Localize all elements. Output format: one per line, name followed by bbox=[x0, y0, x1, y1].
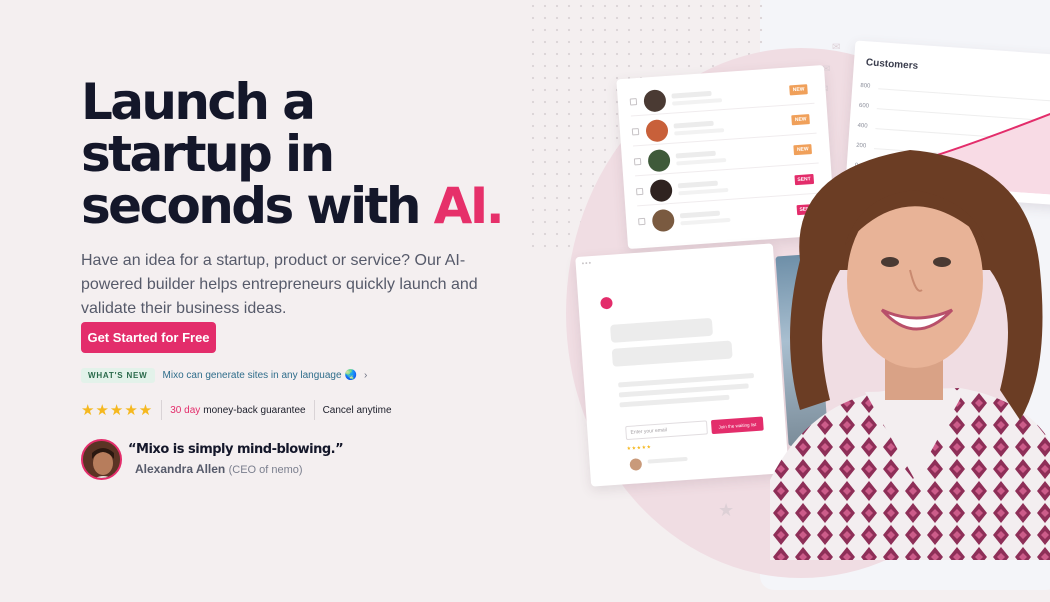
rating-row: ★★★★★ 30 day money-back guarantee Cancel… bbox=[81, 400, 392, 420]
globe-icon: 🌏 bbox=[344, 369, 357, 381]
testimonial-author-name: Alexandra Allen bbox=[135, 462, 226, 476]
placeholder-line bbox=[674, 128, 725, 136]
hero-title: Launch a startup in seconds with AI. bbox=[81, 76, 551, 232]
guarantee-days: 30 day bbox=[170, 404, 201, 416]
placeholder-heading bbox=[610, 317, 714, 343]
checkbox bbox=[635, 187, 644, 196]
placeholder-line bbox=[676, 157, 727, 166]
whats-new-badge: WHAT'S NEW bbox=[81, 367, 155, 383]
cancel-anytime-text: Cancel anytime bbox=[322, 404, 392, 416]
checkbox bbox=[633, 157, 642, 166]
chart-tick-label: 400 bbox=[857, 122, 868, 130]
divider bbox=[313, 400, 315, 420]
chevron-right-icon: › bbox=[364, 369, 368, 381]
avatar bbox=[651, 208, 676, 233]
status-badge: NEW bbox=[789, 84, 808, 96]
chart-tick-label: 800 bbox=[860, 82, 871, 90]
placeholder-line bbox=[673, 120, 714, 129]
avatar bbox=[629, 458, 643, 471]
placeholder-heading bbox=[611, 340, 733, 367]
window-dots: ••• bbox=[581, 260, 593, 268]
landing-page-preview-card: ••• Enter your email Join the waiting li… bbox=[575, 243, 789, 487]
page-join-button: Join the waiting list bbox=[710, 416, 764, 435]
hero-subtitle: Have an idea for a startup, product or s… bbox=[81, 252, 478, 317]
placeholder-line bbox=[672, 98, 723, 106]
guarantee-text: money-back guarantee bbox=[203, 404, 306, 416]
chart-title: Customers bbox=[865, 57, 919, 72]
whats-new-link[interactable]: WHAT'S NEW Mixo can generate sites in an… bbox=[81, 366, 367, 384]
envelope-icon: ✉ bbox=[832, 42, 841, 53]
testimonial-avatar bbox=[81, 439, 122, 480]
page-email-input: Enter your email bbox=[625, 420, 708, 441]
testimonial-author-role: (CEO of nemo) bbox=[228, 464, 303, 476]
divider bbox=[161, 400, 163, 420]
placeholder-line bbox=[647, 456, 688, 464]
hero-title-accent: AI. bbox=[433, 177, 505, 235]
smiling-woman-photo bbox=[770, 150, 1050, 560]
placeholder-line bbox=[680, 217, 731, 226]
status-badge: NEW bbox=[791, 114, 810, 126]
placeholder-line bbox=[678, 187, 729, 196]
chart-tick-label: 200 bbox=[855, 142, 867, 150]
page-stars-icon: ★★★★★ bbox=[626, 444, 652, 453]
hero-title-line3: seconds with bbox=[81, 177, 421, 235]
checkbox bbox=[629, 98, 638, 106]
logo-icon bbox=[600, 296, 613, 310]
testimonial-quote: “Mixo is simply mind-blowing.” bbox=[128, 442, 344, 457]
star-decoration-icon: ★ bbox=[718, 500, 735, 520]
avatar bbox=[649, 178, 673, 203]
get-started-button[interactable]: Get Started for Free bbox=[81, 322, 216, 353]
whats-new-text: Mixo can generate sites in any language bbox=[162, 369, 342, 381]
placeholder-line bbox=[671, 90, 712, 99]
checkbox bbox=[638, 217, 646, 226]
placeholder-line bbox=[675, 150, 716, 159]
hero-title-line2: startup in bbox=[81, 125, 335, 183]
testimonial-author: Alexandra Allen (CEO of nemo) bbox=[135, 462, 303, 476]
placeholder-line bbox=[619, 394, 730, 408]
rating-stars-icon: ★★★★★ bbox=[81, 402, 154, 419]
checkbox bbox=[631, 128, 640, 136]
avatar bbox=[643, 89, 667, 113]
avatar bbox=[645, 119, 669, 143]
hero-title-line1: Launch a bbox=[81, 73, 316, 131]
avatar bbox=[647, 148, 671, 173]
chart-tick-label: 600 bbox=[858, 102, 870, 110]
placeholder-line bbox=[677, 180, 718, 189]
placeholder-line bbox=[679, 210, 721, 219]
